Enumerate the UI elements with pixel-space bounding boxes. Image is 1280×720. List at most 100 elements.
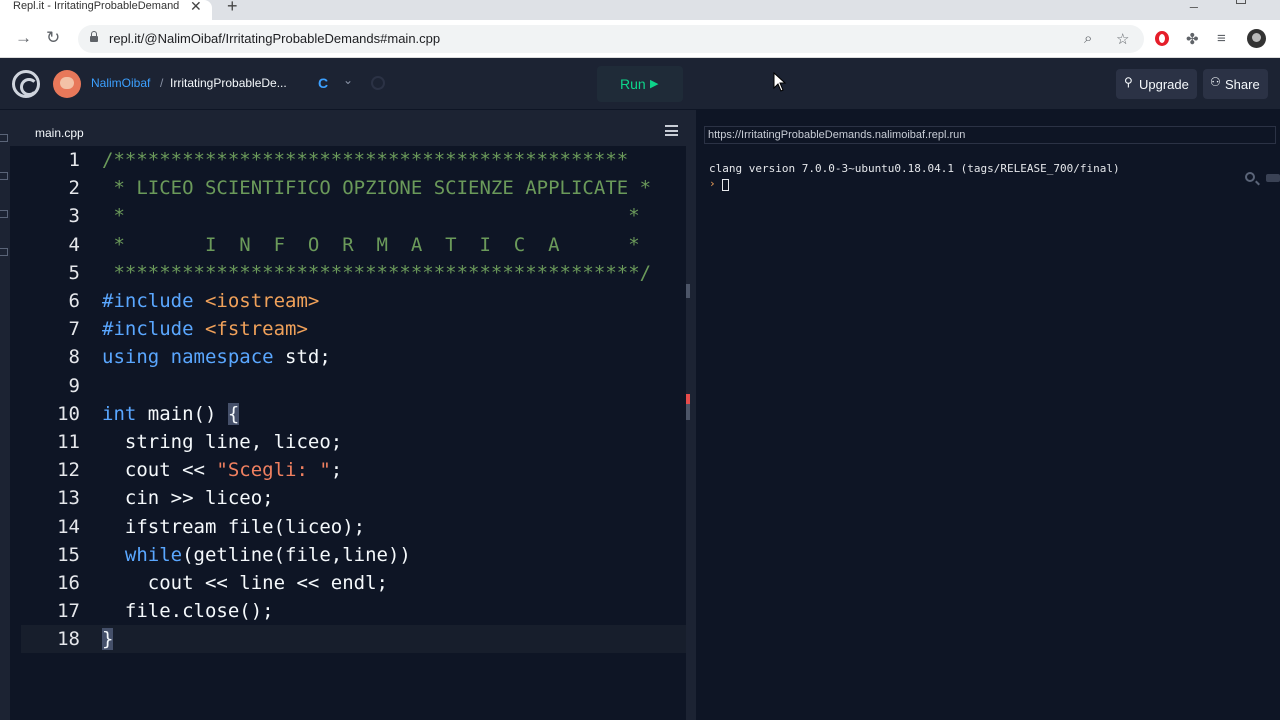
restore-window-button[interactable] <box>1236 0 1246 4</box>
zoom-icon[interactable]: ⌕ <box>1084 30 1092 47</box>
code-line[interactable]: 10 int main() { <box>10 400 686 428</box>
code-token: using namespace <box>102 346 286 369</box>
reading-list-icon[interactable]: ≡ <box>1217 30 1226 47</box>
profile-avatar[interactable] <box>1247 29 1266 48</box>
code-line[interactable]: 7 #include <fstream> <box>10 315 686 343</box>
code-token: <fstream> <box>204 318 308 341</box>
bookmark-star-icon[interactable]: ☆ <box>1116 30 1129 48</box>
code-token: (getline(file,line)) <box>182 543 411 566</box>
line-number: 8 <box>68 346 80 369</box>
version-control-icon[interactable] <box>0 172 8 180</box>
repl-run-url-text: https://IrritatingProbableDemands.nalimo… <box>708 129 966 141</box>
line-number: 4 <box>68 233 80 256</box>
code-text: ****************************************… <box>102 259 651 287</box>
reload-icon[interactable]: ↻ <box>46 28 60 48</box>
files-icon[interactable] <box>0 134 8 142</box>
replit-logo-icon[interactable] <box>12 70 40 98</box>
play-icon: ▶ <box>650 78 659 90</box>
opera-extension-icon[interactable] <box>1155 31 1169 46</box>
code-line[interactable]: 14 ifstream file(liceo); <box>10 513 686 541</box>
code-line[interactable]: 8 using namespace std; <box>10 343 686 371</box>
line-number: 15 <box>57 543 80 566</box>
packages-icon[interactable] <box>0 210 8 218</box>
code-text: string line, liceo; <box>102 428 342 456</box>
menu-icon[interactable] <box>665 125 678 136</box>
browser-tab-bar: Repl.it - IrritatingProbableDemand ✕ + _ <box>0 0 1280 20</box>
code-token: /***************************************… <box>102 149 629 171</box>
code-line[interactable]: 13 cin >> liceo; <box>10 484 686 512</box>
code-line[interactable]: 18} <box>21 625 686 654</box>
extensions-icon[interactable]: ✤ <box>1186 30 1199 48</box>
code-text: * I N F O R M A T I C A * <box>102 231 639 259</box>
code-line[interactable]: 3 * * <box>10 202 686 230</box>
code-token: string line, liceo; <box>102 431 343 453</box>
share-button[interactable]: ⚇ Share <box>1203 69 1268 99</box>
code-text: ifstream file(liceo); <box>102 513 365 541</box>
line-number: 11 <box>57 431 80 453</box>
url-text: repl.it/@NalimOibaf/IrritatingProbableDe… <box>109 31 441 46</box>
settings-icon[interactable] <box>0 248 8 256</box>
code-text: #include <iostream> <box>102 287 319 315</box>
avatar[interactable] <box>53 70 81 98</box>
repl-run-url[interactable]: https://IrritatingProbableDemands.nalimo… <box>704 126 1276 144</box>
close-icon[interactable]: ✕ <box>190 0 202 15</box>
line-number: 16 <box>57 572 80 594</box>
code-token: * * <box>102 205 640 228</box>
code-token: cout << <box>102 459 217 482</box>
console-pane[interactable]: https://IrritatingProbableDemands.nalimo… <box>690 110 1280 720</box>
share-icon: ⚇ <box>1210 75 1221 89</box>
clear-console-icon[interactable] <box>1266 174 1280 182</box>
username-link[interactable]: NalimOibaf <box>91 76 150 90</box>
tab-main-cpp[interactable]: main.cpp <box>22 120 114 146</box>
code-line[interactable]: 11 string line, liceo; <box>10 428 686 456</box>
code-text: #include <fstream> <box>102 315 308 343</box>
minimize-window-button[interactable]: _ <box>1190 0 1198 8</box>
browser-tab[interactable]: Repl.it - IrritatingProbableDemand ✕ <box>0 0 212 20</box>
code-token: { <box>227 402 240 425</box>
code-line[interactable]: 12 cout << "Scegli: "; <box>10 456 686 484</box>
code-line[interactable]: 17 file.close(); <box>10 597 686 625</box>
line-number: 18 <box>57 628 80 651</box>
browser-toolbar: → ↻ repl.it/@NalimOibaf/IrritatingProbab… <box>0 20 1280 58</box>
code-line[interactable]: 1 /**************************************… <box>10 146 686 174</box>
code-token: <iostream> <box>204 290 320 312</box>
language-icon[interactable]: C <box>318 75 328 91</box>
code-text: /***************************************… <box>102 146 628 174</box>
forward-icon[interactable]: → <box>15 28 32 48</box>
upgrade-label: Upgrade <box>1139 77 1189 92</box>
code-token: * LICEO SCIENTIFICO OPZIONE SCIENZE APPL… <box>102 177 652 200</box>
run-button[interactable]: Run ▶ <box>597 66 683 102</box>
upgrade-button[interactable]: ⚲ Upgrade <box>1116 69 1197 99</box>
repl-name[interactable]: IrritatingProbableDe... <box>170 76 300 90</box>
console-prompt: › <box>709 177 716 190</box>
code-text: int main() { <box>102 400 240 428</box>
sidebar-strip <box>0 110 10 720</box>
share-label: Share <box>1225 77 1260 92</box>
line-number: 14 <box>57 515 80 538</box>
address-bar[interactable]: repl.it/@NalimOibaf/IrritatingProbableDe… <box>78 25 1144 53</box>
file-tab-label: main.cpp <box>35 126 84 140</box>
code-editor[interactable]: 1 /**************************************… <box>10 146 690 720</box>
code-line[interactable]: 15 while(getline(file,line)) <box>10 541 686 569</box>
code-token: while <box>124 543 183 566</box>
code-token: std; <box>285 346 331 369</box>
code-text: cin >> liceo; <box>102 484 274 512</box>
search-icon[interactable] <box>1245 172 1255 182</box>
chevron-down-icon[interactable]: ⌄ <box>343 73 353 87</box>
breadcrumb-separator: / <box>160 76 164 90</box>
code-line[interactable]: 6 #include <iostream> <box>10 287 686 315</box>
code-token: main() <box>147 402 228 425</box>
code-line[interactable]: 5 **************************************… <box>10 259 686 287</box>
line-number: 13 <box>57 487 80 510</box>
code-line[interactable]: 4 * I N F O R M A T I C A * <box>10 231 686 259</box>
code-line[interactable]: 9 <box>10 372 686 400</box>
code-line[interactable]: 2 * LICEO SCIENTIFICO OPZIONE SCIENZE AP… <box>10 174 686 202</box>
code-token: #include <box>102 290 205 312</box>
line-number: 17 <box>57 600 80 623</box>
new-tab-button[interactable]: + <box>227 0 238 17</box>
console-output: clang version 7.0.0-3~ubuntu0.18.04.1 (t… <box>709 162 1120 175</box>
code-line[interactable]: 16 cout << line << endl; <box>10 569 686 597</box>
code-token: cin >> liceo; <box>102 487 274 510</box>
repl-header: NalimOibaf / IrritatingProbableDe... C ⌄… <box>0 58 1280 110</box>
line-number: 7 <box>68 318 80 341</box>
